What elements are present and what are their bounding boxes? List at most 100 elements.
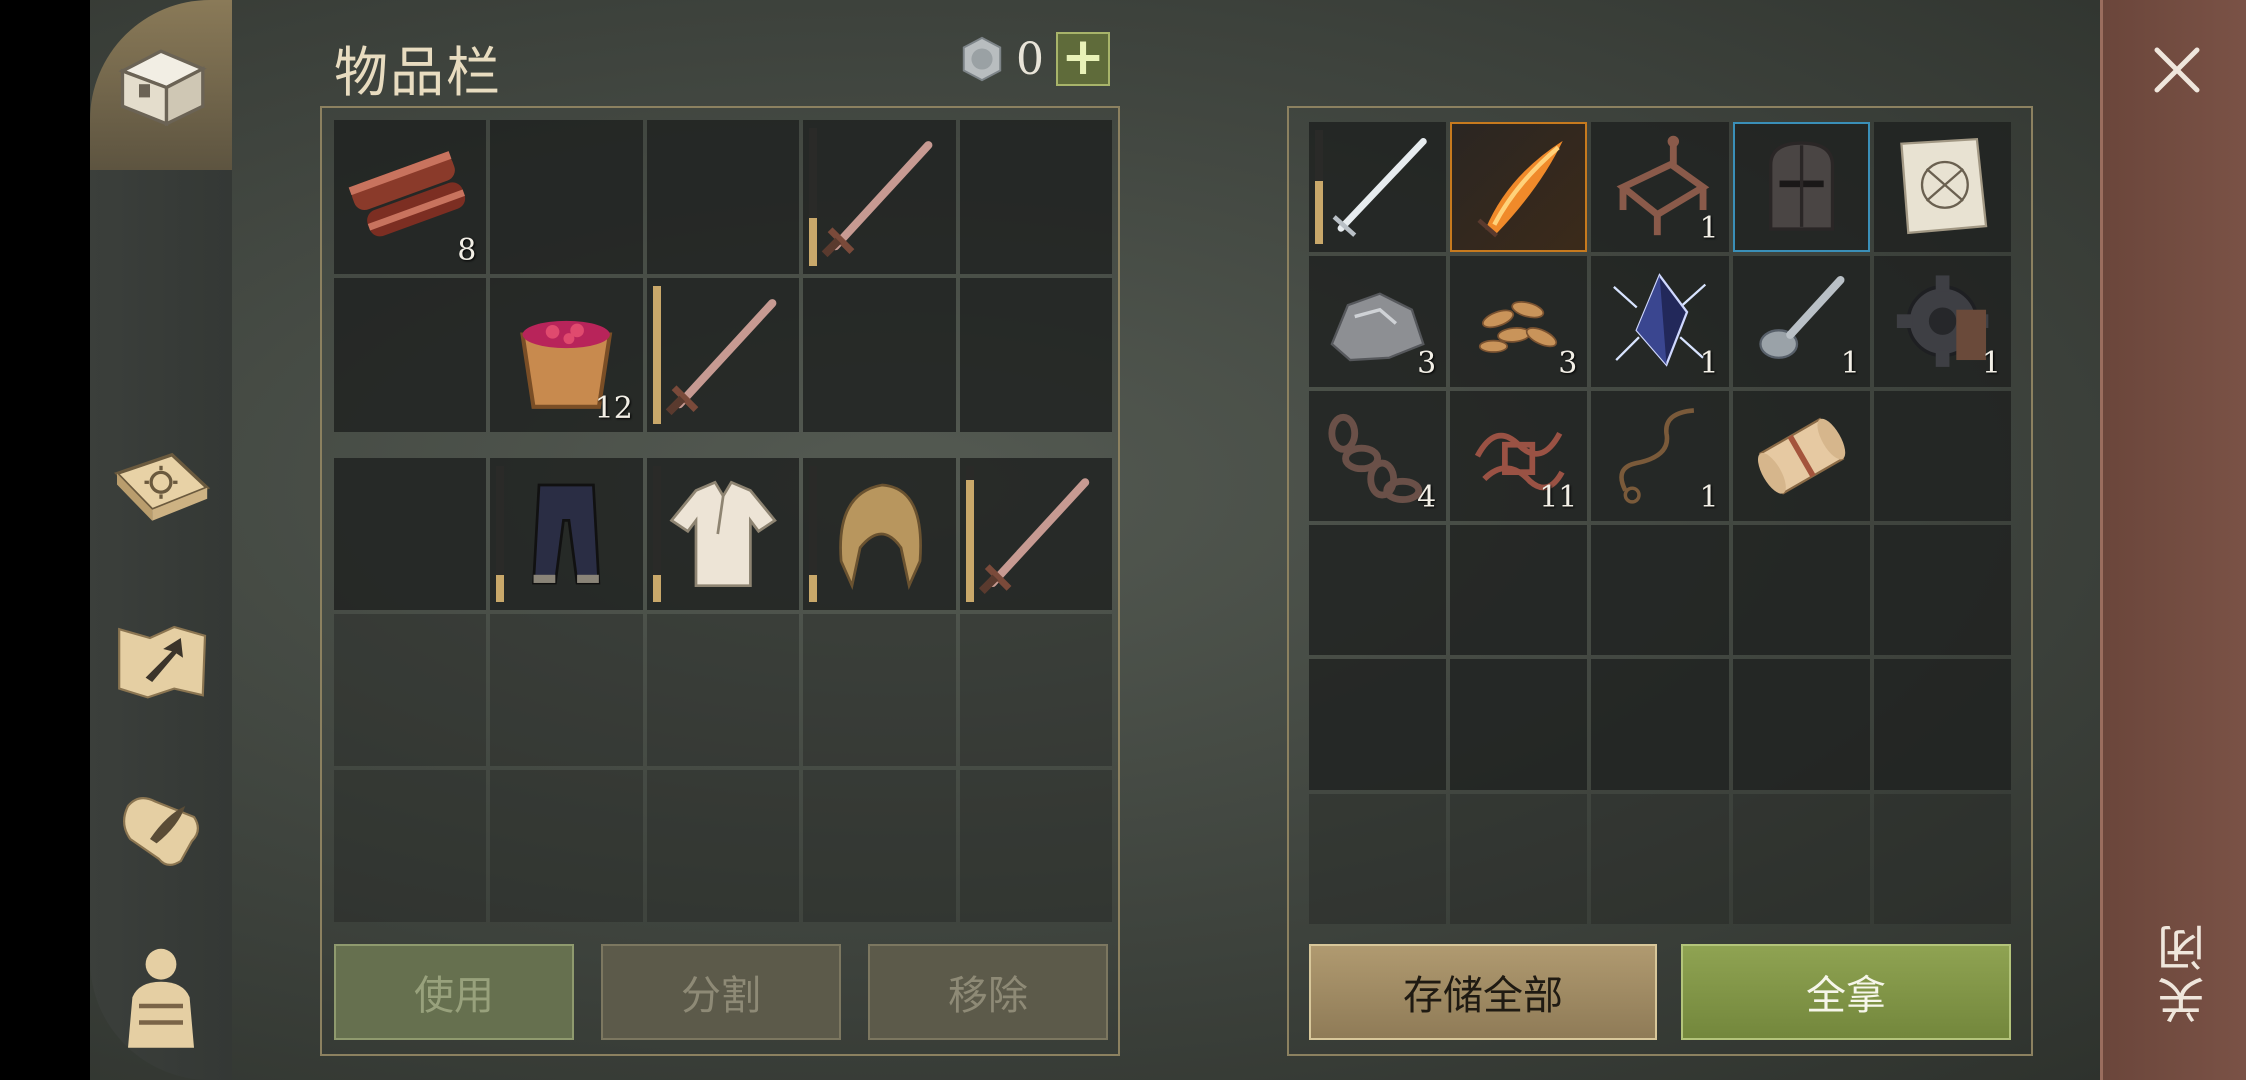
locked-slot	[803, 770, 956, 922]
scroll-icon	[1757, 417, 1845, 495]
item-slot[interactable]: 1	[1873, 256, 2011, 387]
empty-slot[interactable]	[1873, 524, 2011, 656]
use-button[interactable]: 使用	[334, 944, 574, 1040]
empty-slot[interactable]	[1591, 524, 1729, 656]
empty-slot[interactable]	[1732, 793, 1870, 924]
nav-journal-tab[interactable]	[100, 430, 222, 550]
empty-slot[interactable]	[1732, 524, 1870, 656]
nav-inventory-tab[interactable]	[100, 22, 222, 142]
inventory-screen: 物品栏 0 + 8 12 使用 分割 移除 1 3 3 1 1 1 4 11 1 存储全部 全拿 …	[0, 0, 2246, 1080]
page-title: 物品栏	[334, 41, 502, 104]
item-count: 3	[1417, 345, 1437, 381]
item-count: 3	[1558, 345, 1578, 381]
item-count: 11	[1539, 479, 1578, 515]
empty-slot[interactable]	[1309, 659, 1447, 790]
item-slot[interactable]: 1	[1591, 256, 1729, 387]
close-icon[interactable]	[2147, 40, 2207, 100]
locked-slot	[803, 614, 956, 766]
close-label[interactable]: 关闭	[2151, 920, 2221, 1024]
item-slot[interactable]	[803, 458, 956, 610]
empty-slot[interactable]	[1873, 390, 2011, 521]
item-slot[interactable]: 3	[1450, 256, 1588, 387]
empty-slot[interactable]	[334, 278, 487, 432]
nav-character-tab[interactable]	[100, 935, 222, 1055]
locked-slot	[334, 770, 487, 922]
store-all-button[interactable]: 存储全部	[1309, 944, 1657, 1040]
blueprint-icon	[1900, 137, 1988, 235]
locked-slot	[490, 614, 643, 766]
empty-slot[interactable]	[1873, 793, 2011, 924]
locked-slot	[490, 770, 643, 922]
item-count: 12	[594, 391, 633, 426]
take-all-button[interactable]: 全拿	[1681, 944, 2011, 1040]
empty-slot[interactable]	[1591, 793, 1729, 924]
currency-value: 0	[1016, 33, 1044, 85]
empty-slot[interactable]	[959, 278, 1112, 432]
item-slot[interactable]	[959, 458, 1112, 610]
empty-slot[interactable]	[1309, 524, 1447, 656]
currency-display: 0 +	[958, 31, 1110, 86]
nav-map-tab[interactable]	[100, 600, 222, 720]
item-slot[interactable]: 12	[490, 278, 643, 432]
item-slot[interactable]	[490, 458, 643, 610]
locked-slot	[334, 614, 487, 766]
silver-coin-icon	[962, 36, 1002, 82]
item-slot[interactable]	[1309, 122, 1447, 253]
chest-icon	[118, 49, 207, 127]
item-slot[interactable]: 8	[334, 120, 487, 274]
item-count: 1	[1699, 345, 1719, 381]
item-slot[interactable]: 1	[1732, 256, 1870, 387]
empty-slot[interactable]	[1450, 793, 1588, 924]
remove-button[interactable]: 移除	[868, 944, 1108, 1040]
empty-slot[interactable]	[490, 120, 643, 274]
item-slot[interactable]: 1	[1591, 122, 1729, 253]
empty-slot[interactable]	[803, 278, 956, 432]
side-nav	[90, 0, 232, 1080]
item-slot[interactable]	[646, 458, 800, 610]
item-slot[interactable]	[1732, 390, 1870, 521]
map-arrow-icon	[118, 625, 207, 699]
empty-slot[interactable]	[1450, 659, 1588, 790]
locked-slot	[959, 770, 1112, 922]
flaming-sword-icon	[1477, 140, 1563, 238]
inventory-grid: 8 12	[334, 120, 1112, 432]
item-slot[interactable]: 11	[1450, 390, 1588, 521]
empty-slot[interactable]	[1732, 659, 1870, 790]
item-slot[interactable]: 4	[1309, 390, 1447, 521]
item-slot[interactable]	[1873, 122, 2011, 253]
shirt-icon	[669, 480, 777, 588]
character-icon	[128, 948, 194, 1048]
item-slot[interactable]	[1450, 122, 1588, 253]
empty-slot[interactable]	[334, 458, 487, 610]
screen-edge	[0, 0, 90, 1080]
item-slot[interactable]	[1732, 122, 1870, 253]
add-currency-button[interactable]: +	[1056, 31, 1110, 86]
split-button[interactable]: 分割	[601, 944, 841, 1040]
item-count: 1	[1981, 345, 2001, 381]
item-slot[interactable]	[803, 120, 956, 274]
nav-quests-tab[interactable]	[100, 768, 222, 888]
locked-slot	[959, 614, 1112, 766]
item-count: 1	[1840, 345, 1860, 381]
hood-icon	[839, 483, 923, 591]
sword-icon	[821, 141, 933, 258]
item-count: 8	[457, 233, 477, 268]
storage-grid: 1 3 3 1 1 1 4 11 1	[1309, 122, 2011, 924]
sword-icon	[978, 478, 1089, 595]
journal-icon	[114, 452, 211, 521]
empty-slot[interactable]	[646, 120, 800, 274]
item-slot[interactable]	[646, 278, 800, 432]
item-slot[interactable]: 3	[1309, 256, 1447, 387]
empty-slot[interactable]	[1873, 659, 2011, 790]
empty-slot[interactable]	[1450, 524, 1588, 656]
close-panel[interactable]: 关闭	[2100, 0, 2246, 1080]
empty-slot[interactable]	[1309, 793, 1447, 924]
locked-slot	[646, 614, 800, 766]
empty-slot[interactable]	[1591, 659, 1729, 790]
item-count: 4	[1417, 479, 1437, 515]
item-count: 1	[1699, 479, 1719, 515]
item-slot[interactable]: 1	[1591, 390, 1729, 521]
sword-icon	[665, 299, 777, 416]
empty-slot[interactable]	[959, 120, 1112, 274]
scroll-feather-icon	[123, 796, 199, 866]
